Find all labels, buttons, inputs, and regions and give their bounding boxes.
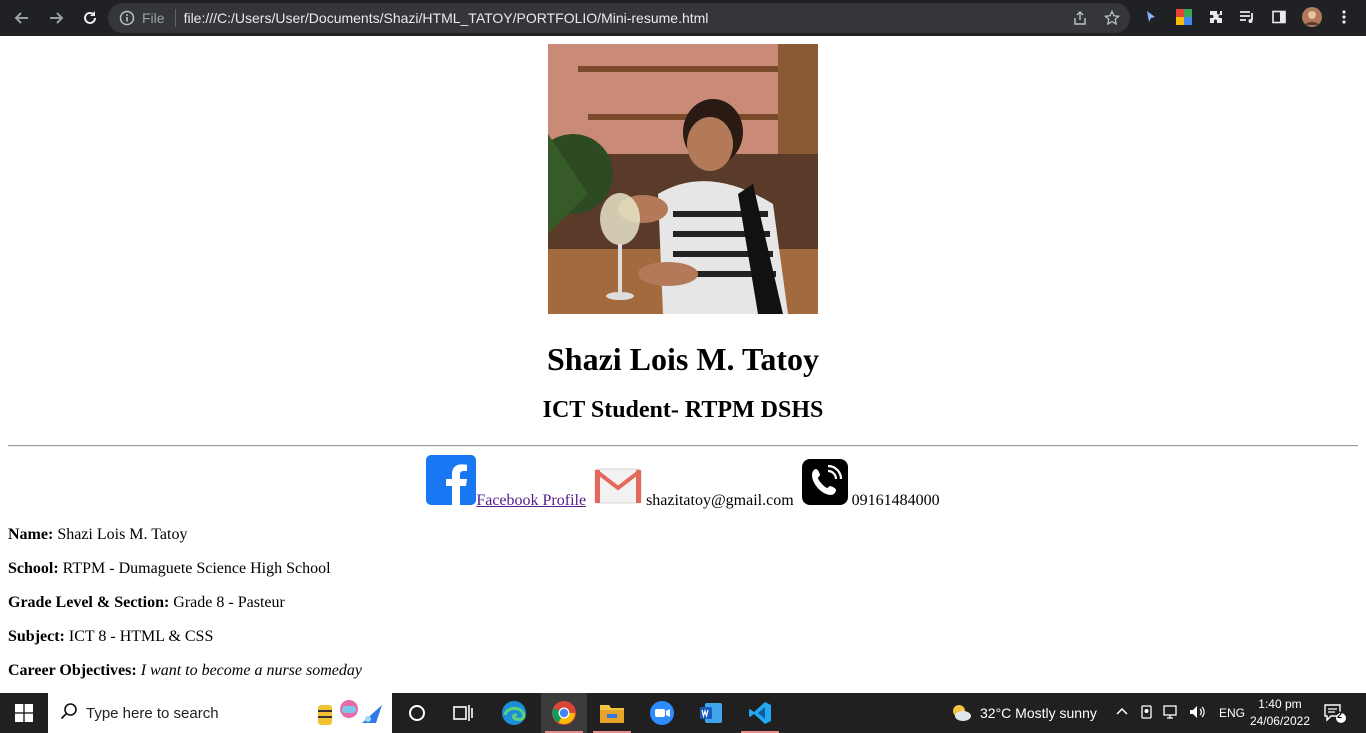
arrow-right-icon (50, 12, 64, 24)
side-panel-icon[interactable] (1268, 6, 1290, 28)
taskbar-search[interactable]: Type here to search (48, 693, 392, 733)
zoom-icon (650, 701, 674, 725)
notification-center-button[interactable]: 2 (1322, 693, 1346, 733)
search-placeholder: Type here to search (86, 704, 219, 722)
partly-sunny-icon (953, 705, 971, 721)
detail-label: Career Objectives: (8, 662, 137, 679)
cortana-icon (409, 705, 425, 721)
meet-now-icon[interactable] (1139, 704, 1155, 723)
weather-widget[interactable]: 32°C Mostly sunny (950, 693, 1097, 733)
page-subtitle: ICT Student- RTPM DSHS (542, 397, 824, 423)
chrome-app[interactable] (541, 693, 587, 733)
phone-icon (801, 459, 848, 510)
profile-avatar[interactable] (1301, 6, 1323, 28)
share-icon[interactable] (1070, 8, 1090, 28)
detail-subject: Subject: ICT 8 - HTML & CSS (8, 628, 213, 646)
chevron-up-icon[interactable] (1115, 705, 1129, 722)
windows-taskbar: Type here to search 32°C Mostly sunny EN… (0, 693, 1366, 733)
weather-text: 32°C Mostly sunny (980, 705, 1097, 721)
back-button[interactable] (6, 2, 38, 34)
search-highlight-icon (316, 697, 386, 733)
detail-school: School: RTPM - Dumaguete Science High Sc… (8, 560, 331, 578)
detail-value: I want to become a nurse someday (140, 662, 362, 679)
vscode-icon (749, 702, 771, 724)
profile-photo (548, 44, 818, 314)
phone-text: 09161484000 (851, 492, 940, 509)
gmail-icon (594, 467, 642, 510)
chrome-menu-icon[interactable] (1333, 6, 1355, 28)
bookmark-star-icon[interactable] (1102, 8, 1122, 28)
vscode-app[interactable] (737, 693, 783, 733)
site-info-label[interactable]: File (142, 10, 165, 26)
notification-count: 2 (1337, 710, 1343, 720)
info-icon[interactable] (118, 9, 136, 27)
detail-value: ICT 8 - HTML & CSS (68, 628, 214, 645)
clock-date: 24/06/2022 (1249, 714, 1310, 728)
media-queue-icon[interactable] (1236, 6, 1258, 28)
colorful-extension-icon[interactable] (1173, 6, 1195, 28)
detail-label: Name: (8, 526, 54, 543)
start-button[interactable] (0, 693, 48, 733)
detail-name: Name: Shazi Lois M. Tatoy (8, 526, 187, 544)
word-icon (700, 703, 722, 723)
address-bar[interactable]: File file:///C:/Users/User/Documents/Sha… (108, 3, 1130, 33)
network-icon[interactable] (1163, 704, 1181, 723)
language-indicator[interactable]: ENG (1219, 706, 1245, 720)
omnibox-divider (174, 9, 176, 27)
notification-icon (1324, 704, 1346, 723)
cursor-extension-icon[interactable] (1140, 6, 1162, 28)
resume-page: Shazi Lois M. Tatoy ICT Student- RTPM DS… (0, 36, 1366, 693)
detail-label: School: (8, 560, 59, 577)
reload-icon (84, 11, 96, 24)
detail-value: RTPM - Dumaguete Science High School (62, 560, 331, 577)
detail-label: Subject: (8, 628, 65, 645)
detail-career-objectives: Career Objectives: I want to become a nu… (8, 662, 362, 680)
detail-label: Grade Level & Section: (8, 594, 170, 611)
forward-button[interactable] (40, 2, 72, 34)
search-icon (60, 702, 78, 724)
clock-time: 1:40 pm (1258, 697, 1302, 711)
cortana-button[interactable] (394, 693, 440, 733)
email-text: shazitatoy@gmail.com (646, 492, 794, 509)
folder-icon (600, 705, 624, 723)
edge-icon (502, 701, 526, 725)
detail-value: Shazi Lois M. Tatoy (57, 526, 188, 543)
chrome-icon (552, 701, 576, 725)
system-clock[interactable]: 1:40 pm 24/06/2022 (1250, 696, 1310, 730)
windows-logo-icon (15, 704, 33, 722)
detail-value: Grade 8 - Pasteur (173, 594, 285, 611)
page-title: Shazi Lois M. Tatoy (546, 341, 820, 377)
file-explorer-app[interactable] (589, 693, 635, 733)
arrow-left-icon (14, 12, 28, 24)
zoom-app[interactable] (639, 693, 685, 733)
task-view-button[interactable] (440, 693, 486, 733)
task-view-icon (453, 705, 473, 721)
browser-toolbar: File file:///C:/Users/User/Documents/Sha… (0, 0, 1366, 36)
url-text[interactable]: file:///C:/Users/User/Documents/Shazi/HT… (184, 10, 709, 26)
word-app[interactable] (688, 693, 734, 733)
horizontal-divider (8, 445, 1358, 447)
volume-icon[interactable] (1189, 704, 1207, 723)
detail-grade-section: Grade Level & Section: Grade 8 - Pasteur (8, 594, 285, 612)
reload-button[interactable] (74, 2, 106, 34)
edge-app[interactable] (491, 693, 537, 733)
facebook-icon[interactable] (426, 455, 477, 510)
facebook-profile-link[interactable]: Facebook Profile (476, 492, 586, 509)
puzzle-extensions-icon[interactable] (1205, 6, 1227, 28)
system-tray-icons: ENG (1115, 693, 1245, 733)
contact-row: Facebook Profile shazitatoy@gmail.com 09… (0, 455, 1366, 510)
